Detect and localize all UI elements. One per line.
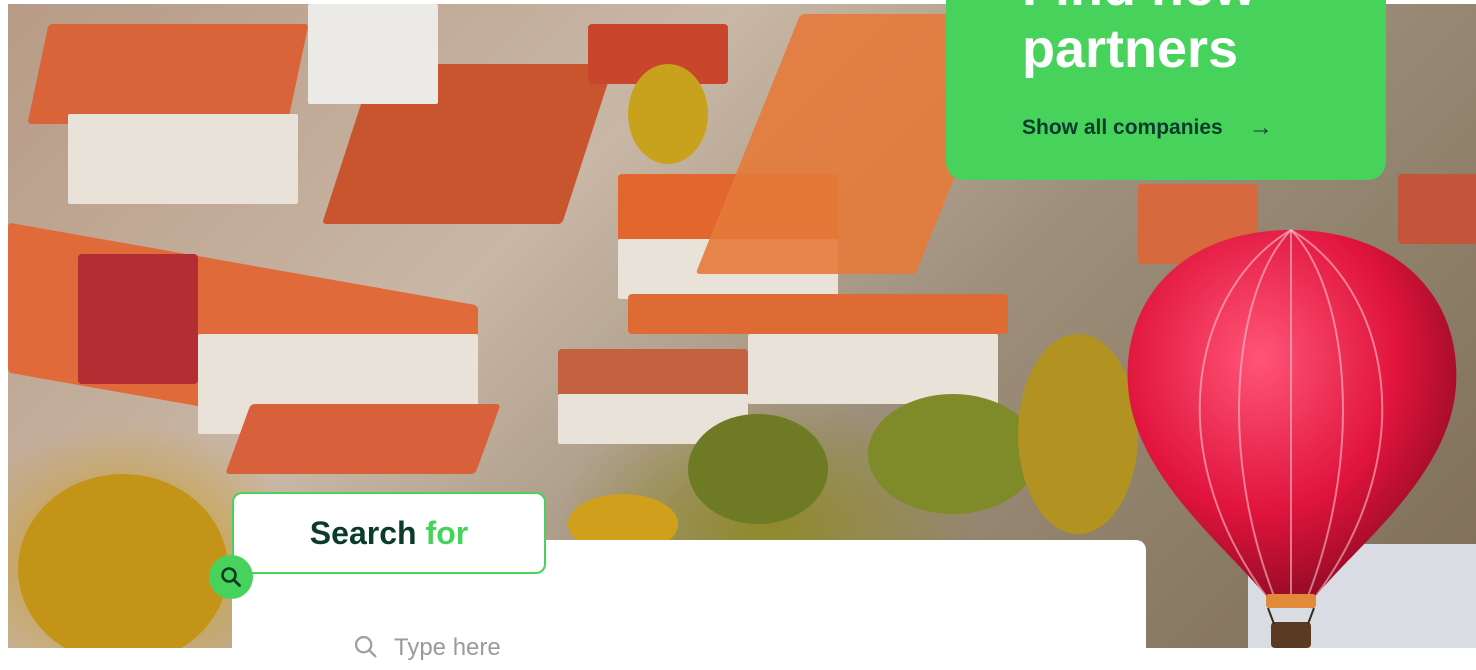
search-input[interactable]: [348, 628, 1088, 668]
show-all-companies-link[interactable]: Show all companies →: [1022, 114, 1273, 142]
tree: [628, 64, 708, 164]
search-heading-accent: for: [425, 514, 469, 551]
roof-shape: [78, 254, 198, 384]
tree: [868, 394, 1038, 514]
arrow-right-icon: →: [1248, 114, 1273, 141]
search-icon-glyph: [221, 567, 241, 587]
tree: [688, 414, 828, 524]
promo-title: Find new partners: [1022, 0, 1256, 79]
promo-card: Find new partners Show all companies →: [946, 0, 1386, 180]
building-wall: [68, 114, 298, 204]
roof-shape: [27, 24, 309, 124]
show-all-companies-label: Show all companies: [1022, 116, 1223, 139]
roof-shape: [628, 294, 1008, 334]
search-icon: [209, 555, 253, 599]
building-wall: [308, 4, 438, 104]
roof-shape: [558, 349, 748, 399]
tree: [18, 474, 228, 648]
search-for-tab[interactable]: Search for: [232, 492, 546, 574]
roof-shape: [225, 404, 501, 474]
hot-air-balloon-image: [1127, 229, 1457, 648]
search-heading-main: Search: [309, 514, 417, 551]
